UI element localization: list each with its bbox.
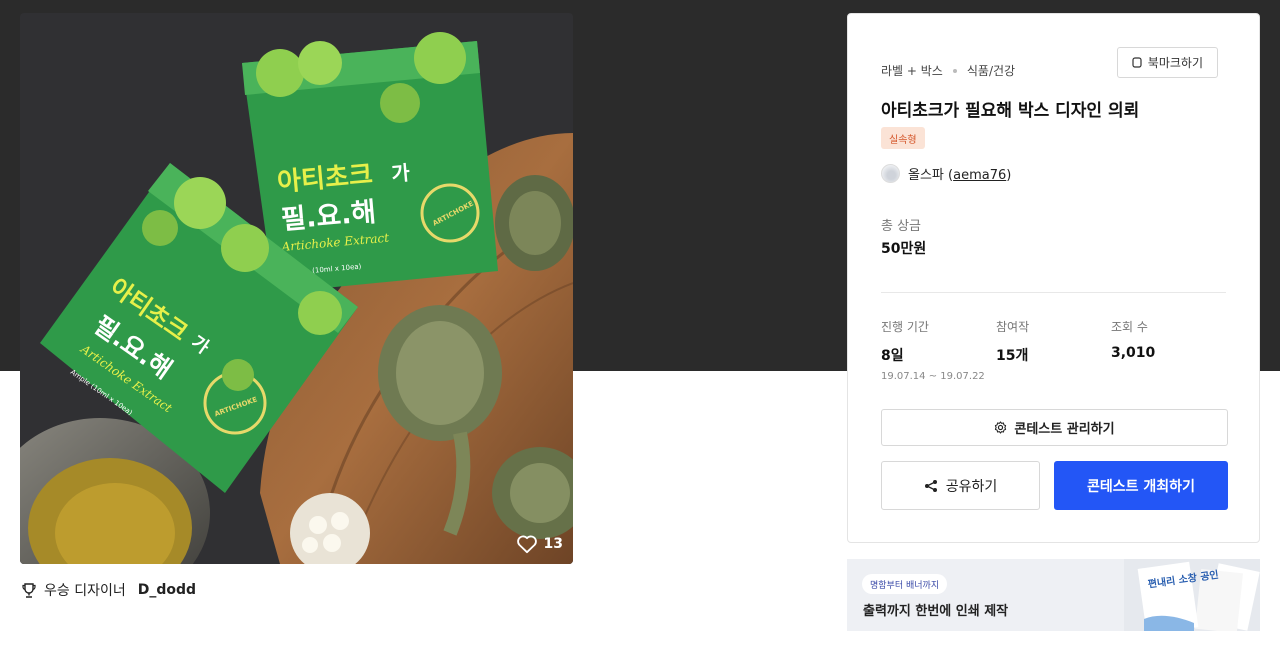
bookmark-icon (1132, 57, 1142, 68)
breadcrumb-category[interactable]: 라벨 + 박스 (881, 62, 943, 79)
host-contest-button[interactable]: 콘테스트 개최하기 (1054, 461, 1228, 510)
share-button[interactable]: 공유하기 (881, 461, 1040, 510)
prize-value: 50만원 (881, 241, 927, 257)
manage-contest-button[interactable]: 콘테스트 관리하기 (881, 409, 1228, 446)
box-back-title-b: 가 (390, 160, 411, 186)
stat-value: 8일 (881, 348, 904, 364)
bookmark-button[interactable]: 북마크하기 (1116, 47, 1218, 78)
bookmark-label: 북마크하기 (1147, 56, 1203, 70)
banner-tag: 명함부터 배너까지 (862, 574, 948, 594)
stat-label: 조회 수 (1111, 320, 1148, 334)
stat-dates: 19.07.14 ~ 19.07.22 (881, 371, 985, 382)
banner-text: 출력까지 한번에 인쇄 제작 (863, 604, 1009, 619)
like-count: 13 (543, 536, 563, 552)
gear-icon (995, 421, 1007, 434)
stat-value: 15개 (996, 348, 1029, 364)
stat-value: 3,010 (1111, 345, 1156, 361)
breadcrumb-separator (952, 68, 957, 73)
product-image[interactable]: 아티초크 가 필.요.해 Artichoke Extract Ample (10… (20, 13, 573, 564)
avatar (881, 164, 900, 183)
print-banner[interactable]: 명함부터 배너까지 출력까지 한번에 인쇄 제작 편내리 소창 공인 (847, 559, 1260, 631)
breadcrumb: 라벨 + 박스 식품/건강 (881, 62, 1015, 79)
trophy-icon (22, 582, 36, 598)
author-id[interactable]: aema76 (953, 168, 1006, 183)
stat-label: 참여작 (996, 320, 1030, 334)
stat-label: 진행 기간 (881, 320, 929, 334)
banner-illustration: 편내리 소창 공인 (1124, 559, 1260, 631)
stat-entries: 참여작 15개 (996, 318, 1029, 365)
heart-icon (516, 535, 537, 554)
product-photo: 아티초크 가 필.요.해 Artichoke Extract Ample (10… (20, 13, 573, 564)
stat-views: 조회 수 3,010 (1111, 318, 1155, 361)
winner-label: 우승 디자이너 (44, 583, 126, 599)
breadcrumb-subcategory[interactable]: 식품/건강 (967, 62, 1015, 79)
like-button[interactable]: 13 (516, 534, 563, 554)
share-label: 공유하기 (945, 478, 998, 495)
divider (881, 292, 1226, 293)
share-icon (924, 479, 937, 492)
contest-info-card: 라벨 + 박스 식품/건강 북마크하기 아티초크가 필요해 박스 디자인 의뢰 … (847, 13, 1260, 543)
winner-row: 우승 디자이너 D_dodd (22, 580, 196, 600)
plan-badge: 실속형 (881, 127, 925, 149)
prize-label: 총 상금 (881, 219, 922, 234)
author[interactable]: 올스파 (aema76) (881, 164, 1011, 183)
contest-title: 아티초크가 필요해 박스 디자인 의뢰 (881, 101, 1140, 121)
author-id-close: ) (1006, 168, 1012, 183)
manage-label: 콘테스트 관리하기 (1014, 422, 1115, 437)
author-name: 올스파 (908, 168, 944, 183)
winner-name[interactable]: D_dodd (138, 582, 196, 598)
stat-duration: 진행 기간 8일 19.07.14 ~ 19.07.22 (881, 318, 985, 382)
